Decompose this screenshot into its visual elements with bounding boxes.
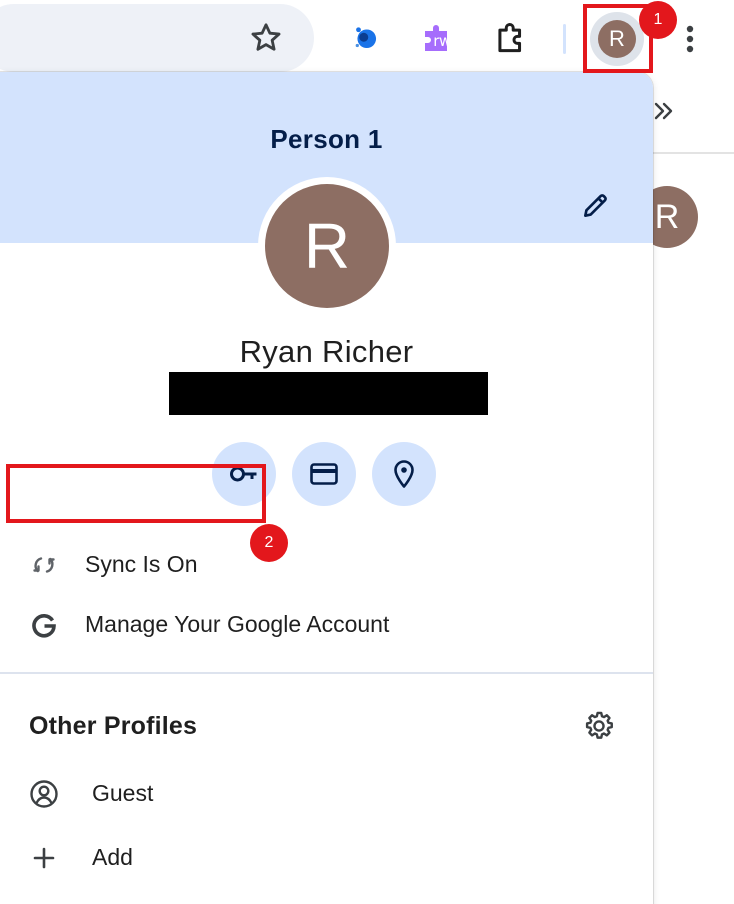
edit-pencil-icon[interactable]	[580, 189, 612, 221]
guest-label: Guest	[92, 780, 154, 806]
sync-label: Sync Is On	[85, 551, 198, 577]
section-divider	[0, 672, 653, 674]
redacted-email	[169, 372, 488, 415]
step-badge-1: 1	[639, 1, 677, 39]
location-pin-icon	[394, 460, 414, 488]
plus-icon	[33, 847, 55, 869]
highlight-box-sync	[6, 464, 266, 523]
guest-person-icon	[30, 780, 58, 808]
manage-google-account-item[interactable]: Manage Your Google Account	[0, 597, 653, 653]
rw-extension-label: rw	[433, 32, 451, 50]
manage-account-label: Manage Your Google Account	[85, 611, 390, 637]
blue-extension-icon[interactable]	[348, 20, 384, 56]
credit-card-icon	[310, 463, 338, 485]
gear-icon[interactable]	[582, 709, 616, 743]
double-chevron-right-icon[interactable]	[650, 96, 680, 126]
google-g-icon	[32, 613, 56, 638]
guest-profile-item[interactable]: Guest	[0, 766, 653, 822]
profile-label: Person 1	[270, 124, 383, 154]
addresses-button[interactable]	[372, 442, 436, 506]
three-dots-vertical-icon[interactable]	[676, 18, 704, 60]
other-profiles-heading: Other Profiles	[29, 712, 198, 740]
toolbar-divider	[563, 24, 566, 54]
profile-avatar-large: R	[265, 184, 389, 308]
payment-methods-button[interactable]	[292, 442, 356, 506]
add-profile-item[interactable]: Add	[0, 830, 653, 886]
sync-icon	[33, 557, 55, 573]
add-label: Add	[92, 844, 133, 870]
account-user-name: Ryan Richer	[239, 334, 414, 369]
step-badge-2: 2	[250, 524, 288, 562]
sync-menu-item[interactable]: Sync Is On	[0, 537, 653, 593]
extensions-puzzle-icon[interactable]	[492, 19, 530, 57]
star-outline-icon[interactable]	[248, 20, 284, 56]
browser-window: rw R R Person 1 R Ryan Richer Sync Is On…	[0, 0, 734, 904]
bookmarks-bar-divider	[652, 152, 734, 154]
